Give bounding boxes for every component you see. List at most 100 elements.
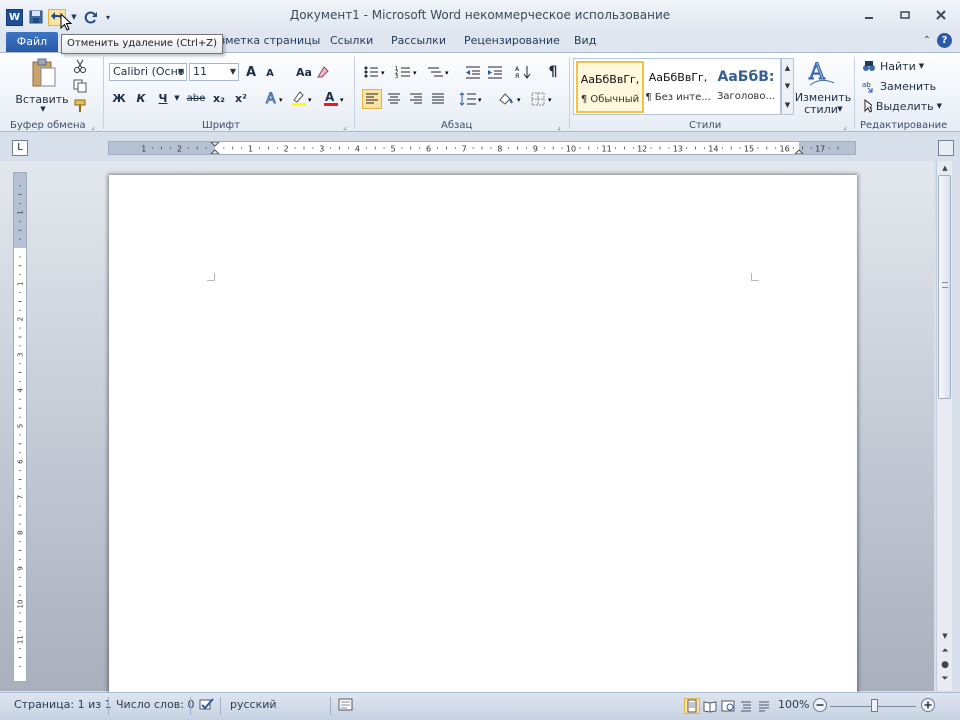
chevron-down-icon[interactable]: ▼ [836, 103, 844, 115]
cut-icon[interactable] [72, 58, 88, 74]
bullets-icon[interactable]: ▾ [362, 63, 390, 81]
copy-icon[interactable] [72, 78, 88, 94]
right-indent-marker[interactable] [794, 149, 804, 154]
italic-button[interactable]: К [132, 89, 150, 107]
tab-mailings[interactable]: Рассылки [391, 34, 446, 47]
zoom-out-icon[interactable] [812, 697, 828, 716]
clipboard-launcher-icon[interactable]: ⌟ [91, 122, 95, 131]
ruler-number: 1 [141, 145, 146, 154]
style-normal[interactable]: АаБбВвГг, ¶ Обычный [576, 61, 644, 113]
tab-file[interactable]: Файл [6, 32, 58, 52]
zoom-slider-thumb[interactable] [871, 699, 878, 712]
document-page[interactable] [109, 175, 857, 705]
font-size-combo[interactable]: 11 ▼ [189, 63, 239, 81]
scroll-up-icon[interactable]: ▲ [937, 161, 953, 175]
increase-indent-icon[interactable] [486, 63, 504, 81]
numbering-icon[interactable]: 1 2 3 ▾ [394, 63, 422, 81]
close-icon[interactable] [928, 6, 954, 24]
change-case-button[interactable]: Aa [293, 63, 315, 81]
bold-button[interactable]: Ж [110, 89, 128, 107]
underline-button[interactable]: Ч [154, 89, 172, 107]
help-icon[interactable]: ? [937, 33, 952, 48]
highlight-icon[interactable]: ▾ [290, 89, 316, 107]
paste-icon[interactable] [22, 57, 66, 91]
align-right-icon[interactable] [407, 89, 425, 109]
tab-view[interactable]: Вид [574, 34, 596, 47]
justify-icon[interactable] [429, 89, 447, 109]
language[interactable]: русский [230, 698, 277, 711]
paragraph-launcher-icon[interactable]: ⌟ [557, 122, 561, 131]
subscript-button[interactable]: x₂ [210, 89, 228, 107]
vertical-scrollbar[interactable]: ▲ ▼ ⏶ ● ⏷ [936, 161, 952, 691]
align-center-icon[interactable] [385, 89, 403, 109]
tab-review[interactable]: Рецензирование [464, 34, 560, 47]
borders-icon[interactable]: ▾ [530, 89, 558, 109]
replace-button[interactable]: ab Заменить [862, 78, 942, 94]
change-styles-icon[interactable]: A [806, 57, 836, 89]
print-layout-view-icon[interactable] [684, 698, 700, 714]
page-count[interactable]: Страница: 1 из 1 [14, 698, 112, 711]
line-spacing-icon[interactable]: ▾ [458, 89, 486, 109]
svg-text:▾: ▾ [478, 96, 482, 104]
margin-corner [751, 273, 759, 281]
binoculars-icon [863, 61, 875, 71]
outline-view-icon[interactable] [738, 698, 754, 714]
grow-font-button[interactable]: A [243, 63, 259, 81]
styles-group-label: Стили [689, 120, 722, 131]
decrease-indent-icon[interactable] [464, 63, 482, 81]
mouse-pointer-icon [60, 13, 73, 31]
style-heading-1[interactable]: АаБбВ: Заголово... [712, 61, 780, 113]
more-styles-icon[interactable]: ▼ [785, 101, 790, 109]
scroll-down-icon[interactable]: ▼ [937, 629, 953, 643]
style-no-spacing[interactable]: АаБбВвГг, ¶ Без инте... [644, 61, 712, 113]
show-marks-button[interactable]: ¶ [544, 63, 562, 81]
scroll-thumb[interactable] [938, 175, 951, 399]
find-button[interactable]: Найти ▼ [862, 58, 942, 74]
format-painter-icon[interactable] [72, 98, 88, 114]
chevron-down-icon: ▼ [229, 67, 236, 76]
word-count[interactable]: Число слов: 0 [116, 698, 195, 711]
browse-object-icon[interactable]: ● [939, 659, 951, 671]
proofing-icon[interactable] [198, 697, 216, 716]
strikethrough-button[interactable]: abe [185, 89, 207, 107]
view-ruler-icon[interactable] [938, 140, 954, 156]
tab-page-layout[interactable]: Разметка страницы [206, 34, 320, 47]
full-screen-reading-icon[interactable] [702, 698, 718, 714]
align-left-icon[interactable] [362, 89, 382, 109]
multilevel-list-icon[interactable]: ▾ [426, 63, 454, 81]
chevron-up-icon[interactable]: ▲ [785, 64, 790, 72]
next-page-icon[interactable]: ⏷ [939, 673, 951, 685]
font-color-icon[interactable]: A ▾ [322, 89, 348, 107]
tab-selector[interactable]: L [12, 140, 28, 156]
horizontal-ruler[interactable]: 1 2 1 2 3 4 5 6 7 8 9 10 11 12 13 14 15 16 17 [108, 141, 856, 155]
indent-marker[interactable] [210, 142, 220, 154]
shading-icon[interactable]: ▾ [496, 89, 526, 109]
chevron-down-icon[interactable]: ▼ [785, 82, 790, 90]
superscript-button[interactable]: x² [232, 89, 250, 107]
clear-formatting-icon[interactable] [316, 63, 330, 81]
svg-text:▾: ▾ [340, 96, 344, 104]
styles-launcher-icon[interactable]: ⌟ [843, 122, 847, 131]
vertical-ruler[interactable]: 1 1 2 3 4 5 6 7 8 9 10 11 [13, 172, 27, 682]
minimize-ribbon-icon[interactable]: ⌃ [923, 35, 931, 46]
change-styles-label-1[interactable]: Изменить [795, 91, 851, 104]
paste-dropdown-icon[interactable]: ▼ [38, 105, 48, 113]
font-launcher-icon[interactable]: ⌟ [343, 122, 347, 131]
zoom-level[interactable]: 100% [778, 698, 809, 711]
font-name-combo[interactable]: Calibri (Осно ▼ [109, 63, 187, 81]
ruler-number: 9 [17, 566, 25, 570]
restore-icon[interactable] [892, 6, 918, 24]
underline-dropdown-icon[interactable]: ▼ [172, 89, 182, 107]
zoom-in-icon[interactable] [920, 697, 936, 716]
web-layout-icon[interactable] [720, 698, 736, 714]
draft-view-icon[interactable] [756, 698, 772, 714]
tab-references[interactable]: Ссылки [330, 34, 373, 47]
previous-page-icon[interactable]: ⏶ [939, 645, 951, 657]
text-effects-icon[interactable]: A ▾ [262, 89, 286, 107]
sort-icon[interactable]: AЯ [514, 63, 532, 81]
macro-recording-icon[interactable] [338, 697, 354, 716]
select-button[interactable]: Выделить ▼ [862, 98, 942, 114]
styles-gallery-scroll[interactable]: ▲ ▼ ▼ [781, 58, 794, 115]
shrink-font-button[interactable]: A [263, 65, 277, 81]
minimize-icon[interactable] [856, 6, 882, 24]
